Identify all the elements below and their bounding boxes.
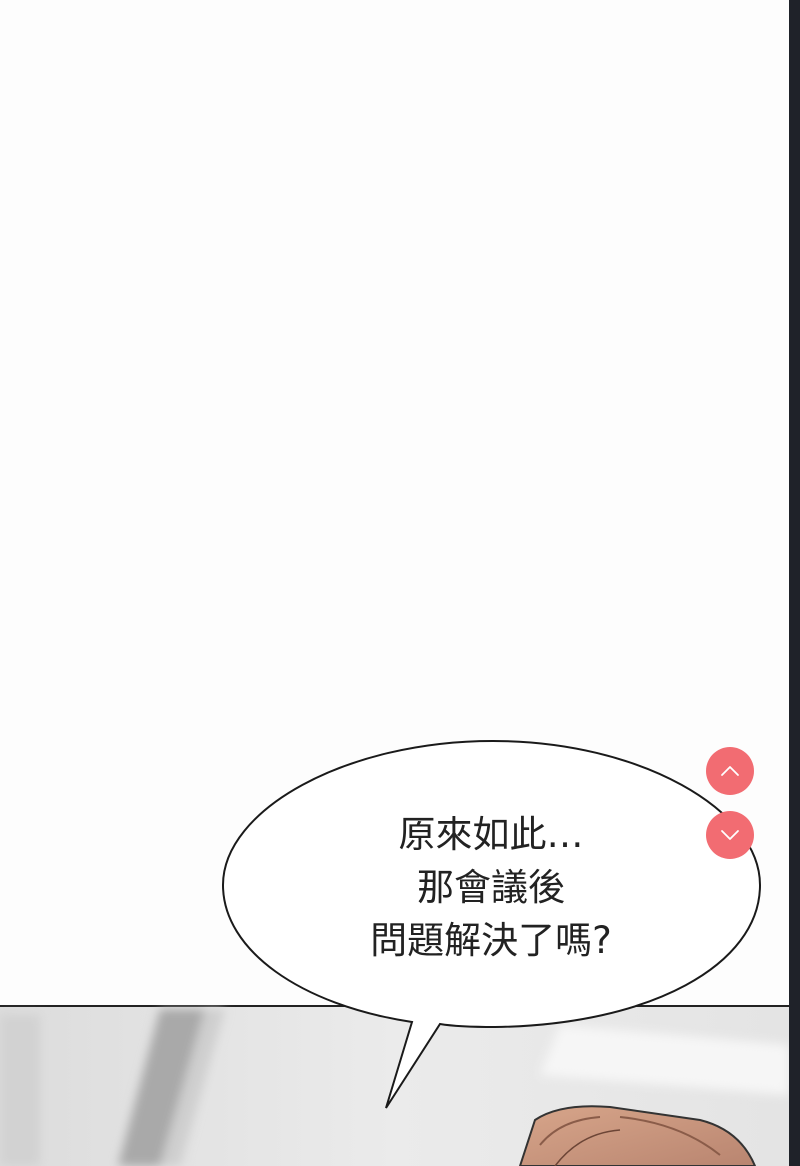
comic-viewer[interactable]: 原來如此… 那會議後 問題解決了嗎?: [0, 0, 789, 1166]
page-scrollbar[interactable]: [789, 0, 800, 1166]
speech-bubble: 原來如此… 那會議後 問題解決了嗎?: [0, 0, 789, 1166]
bubble-line-1: 原來如此…: [398, 813, 584, 856]
scroll-up-button[interactable]: [706, 747, 754, 795]
speech-bubble-text: 原來如此… 那會議後 問題解決了嗎?: [300, 808, 682, 967]
bubble-line-2: 那會議後: [417, 866, 565, 909]
chevron-up-icon: [721, 766, 739, 776]
speech-bubble-outline: [221, 739, 762, 1109]
bubble-line-3: 問題解決了嗎?: [370, 919, 612, 962]
chevron-down-icon: [721, 830, 739, 840]
scroll-down-button[interactable]: [706, 811, 754, 859]
